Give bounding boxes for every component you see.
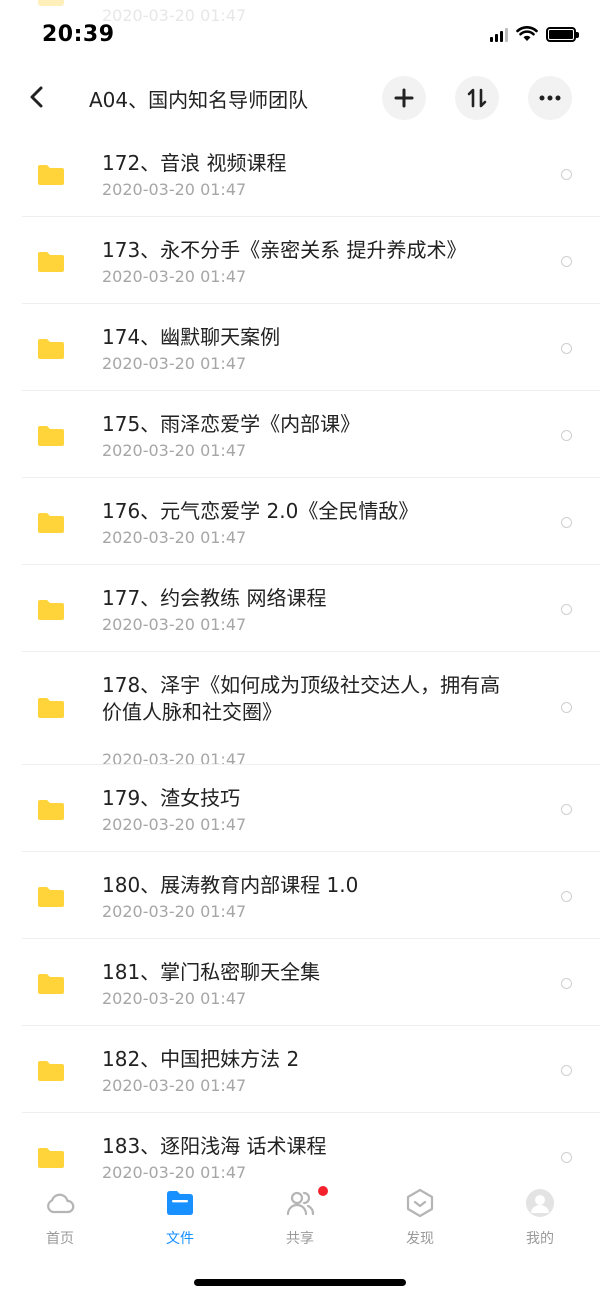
wifi-icon — [516, 26, 538, 41]
folder-icon — [38, 698, 64, 718]
sort-button[interactable] — [455, 76, 499, 120]
list-item[interactable]: 182、中国把妹方法 2 2020-03-20 01:47 — [0, 1026, 600, 1113]
folder-icon — [167, 1191, 193, 1215]
folder-icon — [38, 600, 64, 620]
select-radio[interactable] — [561, 604, 572, 615]
item-title: 177、约会教练 网络课程 — [102, 586, 327, 610]
list-item[interactable]: 175、雨泽恋爱学《内部课》 2020-03-20 01:47 — [0, 391, 600, 478]
item-date: 2020-03-20 01:47 — [102, 615, 247, 634]
add-button[interactable] — [382, 76, 426, 120]
sort-icon — [467, 88, 487, 108]
battery-icon — [546, 26, 579, 42]
folder-icon — [38, 426, 64, 446]
folder-icon — [38, 1148, 64, 1168]
tab-label: 共享 — [286, 1231, 314, 1247]
tab-home[interactable]: 首页 — [20, 1188, 100, 1250]
select-radio[interactable] — [561, 804, 572, 815]
list-item[interactable]: 172、音浪 视频课程 2020-03-20 01:47 — [0, 130, 600, 217]
cloud-icon — [47, 1193, 75, 1214]
chevron-left-icon — [30, 86, 43, 108]
item-date: 2020-03-20 01:47 — [102, 1076, 247, 1095]
item-title: 180、展涛教育内部课程 1.0 — [102, 873, 359, 897]
item-date: 2020-03-20 01:47 — [102, 815, 247, 834]
folder-icon — [38, 800, 64, 820]
item-date: 2020-03-20 01:47 — [102, 902, 247, 921]
select-radio[interactable] — [561, 1065, 572, 1076]
status-icons — [490, 26, 579, 42]
item-title: 172、音浪 视频课程 — [102, 151, 287, 175]
tab-label: 我的 — [526, 1231, 554, 1247]
notification-badge — [318, 1186, 328, 1196]
tab-files[interactable]: 文件 — [140, 1188, 220, 1250]
list-item[interactable]: 178、泽宇《如何成为顶级社交达人，拥有高价值人脉和社交圈》 2020-03-2… — [0, 652, 600, 769]
list-item[interactable]: 173、永不分手《亲密关系 提升养成术》 2020-03-20 01:47 — [0, 217, 600, 304]
item-date: 2020-03-20 01:47 — [102, 354, 247, 373]
folder-icon — [38, 252, 64, 272]
select-radio[interactable] — [561, 978, 572, 989]
select-radio[interactable] — [561, 430, 572, 441]
more-icon — [539, 95, 561, 101]
avatar-icon — [526, 1189, 554, 1217]
folder-icon — [38, 513, 64, 533]
tab-label: 文件 — [166, 1231, 194, 1247]
more-button[interactable] — [528, 76, 572, 120]
select-radio[interactable] — [561, 891, 572, 902]
list-item[interactable]: 181、掌门私密聊天全集 2020-03-20 01:47 — [0, 939, 600, 1026]
select-radio[interactable] — [561, 517, 572, 528]
select-radio[interactable] — [561, 1152, 572, 1163]
list-item[interactable]: 179、渣女技巧 2020-03-20 01:47 — [0, 765, 600, 852]
folder-icon — [38, 974, 64, 994]
status-time: 20:39 — [42, 22, 115, 47]
plus-icon — [394, 88, 414, 108]
cellular-signal-icon — [490, 26, 508, 42]
tab-label: 首页 — [46, 1231, 74, 1247]
discover-icon — [406, 1188, 434, 1218]
nav-bar: A04、国内知名导师团队 — [0, 70, 600, 126]
select-radio[interactable] — [561, 702, 572, 713]
list-item[interactable]: 177、约会教练 网络课程 2020-03-20 01:47 — [0, 565, 600, 652]
status-bar: 20:39 — [0, 0, 600, 70]
folder-icon — [38, 165, 64, 185]
tab-discover[interactable]: 发现 — [380, 1188, 460, 1250]
item-date: 2020-03-20 01:47 — [102, 989, 247, 1008]
file-list: 172、音浪 视频课程 2020-03-20 01:47 173、永不分手《亲密… — [0, 130, 600, 1200]
tab-label: 发现 — [406, 1231, 434, 1247]
item-title: 175、雨泽恋爱学《内部课》 — [102, 412, 361, 436]
item-title: 179、渣女技巧 — [102, 786, 241, 810]
item-title: 183、逐阳浅海 话术课程 — [102, 1134, 327, 1158]
item-title: 178、泽宇《如何成为顶级社交达人，拥有高价值人脉和社交圈》 — [102, 673, 501, 724]
tab-share[interactable]: 共享 — [260, 1186, 340, 1250]
select-radio[interactable] — [561, 169, 572, 180]
back-button[interactable] — [22, 82, 52, 112]
folder-icon — [38, 1061, 64, 1081]
folder-icon — [38, 339, 64, 359]
folder-icon — [38, 887, 64, 907]
item-title: 176、元气恋爱学 2.0《全民情敌》 — [102, 499, 419, 523]
item-date: 2020-03-20 01:47 — [102, 441, 247, 460]
people-icon — [286, 1191, 315, 1216]
page-title: A04、国内知名导师团队 — [89, 88, 309, 112]
item-date: 2020-03-20 01:47 — [102, 528, 247, 547]
list-item[interactable]: 180、展涛教育内部课程 1.0 2020-03-20 01:47 — [0, 852, 600, 939]
home-indicator — [194, 1279, 406, 1286]
item-date: 2020-03-20 01:47 — [102, 267, 247, 286]
select-radio[interactable] — [561, 343, 572, 354]
list-item[interactable]: 174、幽默聊天案例 2020-03-20 01:47 — [0, 304, 600, 391]
item-date: 2020-03-20 01:47 — [102, 180, 247, 199]
item-title: 182、中国把妹方法 2 — [102, 1047, 300, 1071]
item-title: 174、幽默聊天案例 — [102, 325, 281, 349]
list-item[interactable]: 176、元气恋爱学 2.0《全民情敌》 2020-03-20 01:47 — [0, 478, 600, 565]
item-title: 181、掌门私密聊天全集 — [102, 960, 321, 984]
item-title: 173、永不分手《亲密关系 提升养成术》 — [102, 238, 467, 262]
tab-me[interactable]: 我的 — [500, 1188, 580, 1250]
select-radio[interactable] — [561, 256, 572, 267]
